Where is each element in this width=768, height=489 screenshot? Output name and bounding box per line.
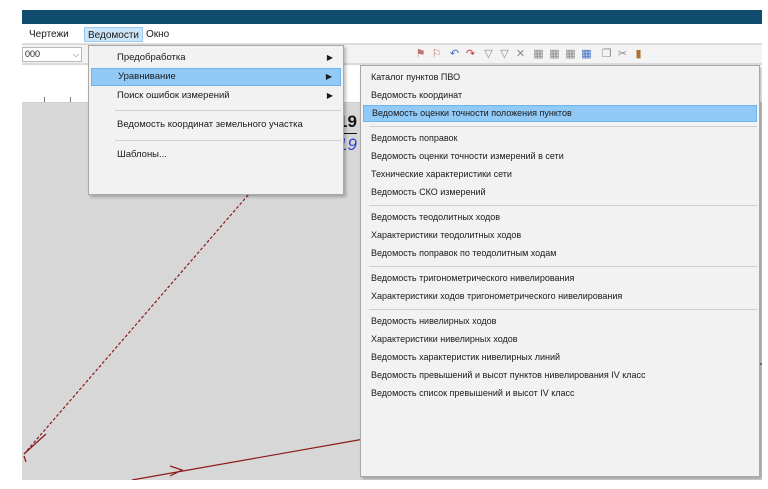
app-window: Чертежи Ведомости Окно 000 ⌵ ⚑ ⚐ ↶ ↷ ▽ ▽…: [22, 10, 762, 480]
solid-line-left: [23, 433, 47, 455]
reports-dropdown: Предобработка ▶ Уравнивание ▶ Поиск ошиб…: [88, 45, 344, 195]
menu-separator: [369, 205, 757, 206]
table-link-icon[interactable]: ▦: [580, 48, 593, 61]
menu-bar: Чертежи Ведомости Окно: [22, 24, 762, 44]
line-tick: [23, 455, 27, 463]
submenu-item[interactable]: Ведомость превышений и высот пунктов нив…: [363, 367, 757, 384]
scale-combo[interactable]: 000 ⌵: [22, 47, 82, 62]
menu-drawings[interactable]: Чертежи: [26, 27, 72, 42]
menu-item-label: Ведомость координат земельного участка: [117, 119, 303, 130]
menu-item-label: Поиск ошибок измерений: [117, 90, 230, 101]
scale-value: 000: [25, 49, 41, 59]
solid-line-bottom: [131, 438, 365, 480]
menu-item-land-coords[interactable]: Ведомость координат земельного участка: [91, 116, 341, 134]
cut-icon[interactable]: ✂: [616, 48, 629, 61]
chevron-right-icon: ▶: [326, 53, 333, 62]
undo-icon[interactable]: ↶: [448, 48, 461, 61]
submenu-item[interactable]: Каталог пунктов ПВО: [363, 69, 757, 86]
close-icon[interactable]: ✕: [514, 48, 527, 61]
title-bar: [22, 10, 762, 24]
menu-item-adjustment[interactable]: Уравнивание ▶: [91, 68, 341, 86]
table-icon[interactable]: ▦: [532, 48, 545, 61]
redo-icon[interactable]: ↷: [464, 48, 477, 61]
submenu-item-selected[interactable]: Ведомость оценки точности положения пунк…: [363, 105, 757, 122]
adjustment-submenu: Каталог пунктов ПВО Ведомость координат …: [360, 65, 760, 477]
submenu-item[interactable]: Ведомость поправок по теодолитным ходам: [363, 245, 757, 262]
submenu-item[interactable]: Характеристики теодолитных ходов: [363, 227, 757, 244]
menu-separator: [369, 309, 757, 310]
menu-separator: [369, 266, 757, 267]
filter-clear-icon[interactable]: ▽: [498, 48, 511, 61]
menu-separator: [115, 110, 341, 111]
table-edit-icon[interactable]: ▦: [564, 48, 577, 61]
chevron-right-icon: ▶: [326, 91, 333, 100]
flag-outline-icon[interactable]: ⚐: [430, 48, 443, 61]
submenu-item[interactable]: Ведомость тригонометрического нивелирова…: [363, 270, 757, 287]
submenu-item[interactable]: Ведомость нивелирных ходов: [363, 313, 757, 330]
menu-item-error-search[interactable]: Поиск ошибок измерений ▶: [91, 87, 341, 105]
filter-icon[interactable]: ▽: [482, 48, 495, 61]
menu-separator: [115, 140, 341, 141]
submenu-item[interactable]: Ведомость поправок: [363, 130, 757, 147]
menu-item-preprocessing[interactable]: Предобработка ▶: [91, 49, 341, 67]
menu-item-label: Предобработка: [117, 52, 186, 63]
arrow-head: [169, 465, 184, 477]
submenu-item[interactable]: Ведомость координат: [363, 87, 757, 104]
submenu-item[interactable]: Ведомость теодолитных ходов: [363, 209, 757, 226]
chevron-right-icon: ▶: [325, 72, 332, 81]
submenu-item[interactable]: Ведомость оценки точности измерений в се…: [363, 148, 757, 165]
menu-separator: [369, 126, 757, 127]
submenu-item[interactable]: Ведомость характеристик нивелирных линий: [363, 349, 757, 366]
menu-item-label: Уравнивание: [118, 71, 176, 82]
table-add-icon[interactable]: ▦: [548, 48, 561, 61]
copy-icon[interactable]: ❐: [600, 48, 613, 61]
submenu-item[interactable]: Технические характеристики сети: [363, 166, 757, 183]
menu-reports[interactable]: Ведомости: [84, 27, 144, 42]
menu-window[interactable]: Окно: [143, 27, 172, 42]
submenu-item[interactable]: Ведомость СКО измерений: [363, 184, 757, 201]
submenu-item[interactable]: Характеристики нивелирных ходов: [363, 331, 757, 348]
submenu-item[interactable]: Характеристики ходов тригонометрического…: [363, 288, 757, 305]
flag-icon[interactable]: ⚑: [414, 48, 427, 61]
submenu-item[interactable]: Ведомость список превышений и высот IV к…: [363, 385, 757, 402]
menu-item-templates[interactable]: Шаблоны...: [91, 146, 341, 164]
paste-icon[interactable]: ▮: [632, 48, 645, 61]
menu-item-label: Шаблоны...: [117, 149, 167, 160]
chevron-down-icon[interactable]: ⌵: [73, 48, 79, 61]
